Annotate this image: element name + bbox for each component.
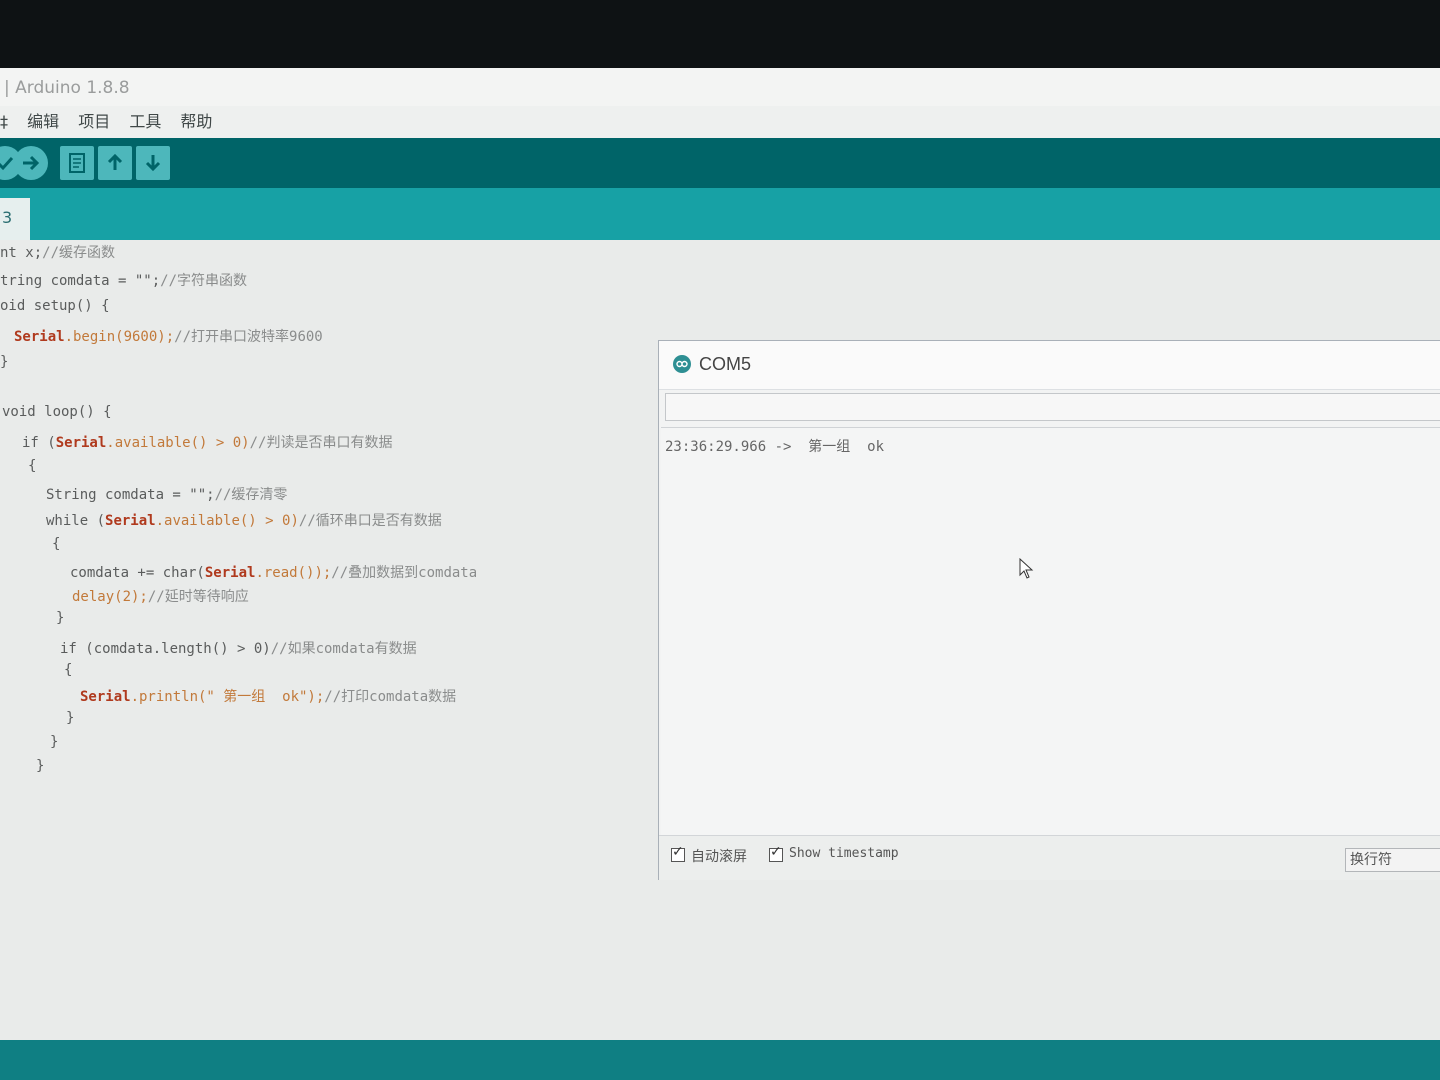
code-line: Serial.begin(9600);//打开串口波特率9600 xyxy=(14,329,323,345)
menu-item-tools[interactable]: 工具 xyxy=(129,112,161,131)
mouse-cursor-icon xyxy=(1019,558,1034,579)
serial-monitor-options: 自动滚屏 Show timestamp 换行符 xyxy=(659,835,1440,880)
menu-item-edit[interactable]: 编辑 xyxy=(27,112,59,131)
upload-icon xyxy=(23,155,40,171)
show-timestamp-label: Show timestamp xyxy=(789,846,899,861)
menu-bar: ‡ 编辑 项目 工具 帮助 xyxy=(0,106,1440,138)
show-timestamp-checkbox[interactable] xyxy=(769,844,783,862)
code-line: { xyxy=(64,662,73,678)
code-line: nt x;//缓存函数 xyxy=(0,245,116,261)
code-line: if (comdata.length() > 0)//如果comdata有数据 xyxy=(60,641,417,657)
code-line: { xyxy=(52,536,61,552)
serial-monitor-title: COM5 xyxy=(699,354,752,374)
serial-output-area[interactable]: 23:36:29.966 -> 第一组 ok xyxy=(661,427,1440,836)
code-line: tring comdata = "";//字符串函数 xyxy=(0,273,248,289)
open-icon xyxy=(107,153,123,170)
code-line: oid setup() { xyxy=(0,298,110,314)
save-button[interactable] xyxy=(136,146,170,180)
tab-bar: 3 xyxy=(0,188,1440,240)
menu-item-help[interactable]: 帮助 xyxy=(180,112,212,131)
status-footer xyxy=(0,1040,1440,1080)
sketch-tab-label: 3 xyxy=(2,208,13,227)
code-line: { xyxy=(28,458,37,474)
line-ending-select[interactable]: 换行符 xyxy=(1345,848,1440,872)
new-icon xyxy=(69,153,85,173)
code-line: delay(2);//延时等待响应 xyxy=(72,589,249,605)
code-line: String comdata = "";//缓存清零 xyxy=(46,487,288,503)
code-line: void loop() { xyxy=(2,404,112,420)
menu-item-sketch[interactable]: 项目 xyxy=(78,112,110,131)
arduino-logo-icon xyxy=(673,355,691,373)
autoscroll-checkbox[interactable] xyxy=(671,844,685,862)
code-line: } xyxy=(36,758,45,774)
serial-monitor-titlebar: COM5 xyxy=(659,341,1440,390)
open-button[interactable] xyxy=(98,146,132,180)
serial-output-line: 23:36:29.966 -> 第一组 ok xyxy=(665,439,885,455)
new-button[interactable] xyxy=(60,146,94,180)
code-line: } xyxy=(50,734,59,750)
code-line: if (Serial.available() > 0)//判读是否串口有数据 xyxy=(22,435,393,451)
code-area[interactable]: nt x;//缓存函数 tring comdata = "";//字符串函数 o… xyxy=(0,240,640,800)
code-line: Serial.println(" 第一组 ok");//打印comdata数据 xyxy=(80,689,457,705)
code-line: } xyxy=(0,354,9,370)
upload-button[interactable] xyxy=(14,146,48,180)
toolbar xyxy=(0,138,1440,188)
sketch-tab[interactable]: 3 xyxy=(0,198,30,240)
title-bar: | Arduino 1.8.8 xyxy=(0,68,1440,106)
autoscroll-label: 自动滚屏 xyxy=(691,849,747,865)
window-title: | Arduino 1.8.8 xyxy=(4,78,130,98)
serial-monitor-window: COM5 23:36:29.966 -> 第一组 ok 自动滚屏 Show ti… xyxy=(658,340,1440,880)
code-line: } xyxy=(56,610,65,626)
code-line: comdata += char(Serial.read());//叠加数据到co… xyxy=(70,565,478,581)
code-line: while (Serial.available() > 0)//循环串口是否有数… xyxy=(46,513,442,529)
save-icon xyxy=(145,155,161,172)
menu-item-file-partial[interactable]: ‡ xyxy=(0,112,8,131)
serial-send-input[interactable] xyxy=(665,393,1440,421)
arduino-ide-window: | Arduino 1.8.8 ‡ 编辑 项目 工具 帮助 3 nt x;//缓 xyxy=(0,68,1440,1080)
code-line: } xyxy=(66,710,75,726)
